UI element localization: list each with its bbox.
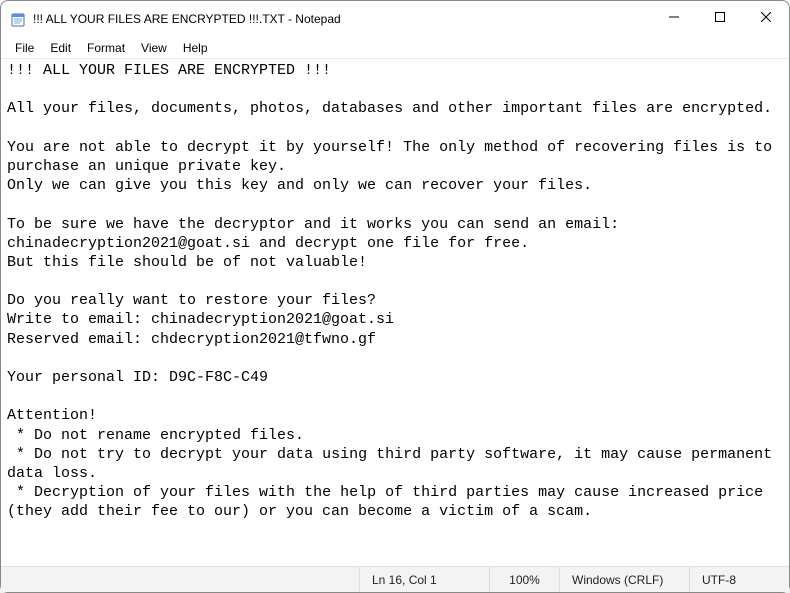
close-button[interactable] [743, 1, 789, 33]
text-content[interactable]: !!! ALL YOUR FILES ARE ENCRYPTED !!! All… [1, 59, 789, 566]
statusbar: Ln 16, Col 1 100% Windows (CRLF) UTF-8 [1, 566, 789, 592]
status-zoom: 100% [489, 567, 559, 592]
status-eol: Windows (CRLF) [559, 567, 689, 592]
titlebar: !!! ALL YOUR FILES ARE ENCRYPTED !!!.TXT… [1, 1, 789, 37]
menu-view[interactable]: View [133, 39, 175, 57]
maximize-button[interactable] [697, 1, 743, 33]
status-position: Ln 16, Col 1 [359, 567, 489, 592]
minimize-button[interactable] [651, 1, 697, 33]
menu-edit[interactable]: Edit [42, 39, 79, 57]
window-title: !!! ALL YOUR FILES ARE ENCRYPTED !!!.TXT… [33, 12, 651, 26]
menu-file[interactable]: File [7, 39, 42, 57]
status-encoding: UTF-8 [689, 567, 789, 592]
menu-format[interactable]: Format [79, 39, 133, 57]
notepad-icon [11, 11, 27, 27]
window-controls [651, 1, 789, 37]
menubar: File Edit Format View Help [1, 37, 789, 59]
menu-help[interactable]: Help [175, 39, 216, 57]
